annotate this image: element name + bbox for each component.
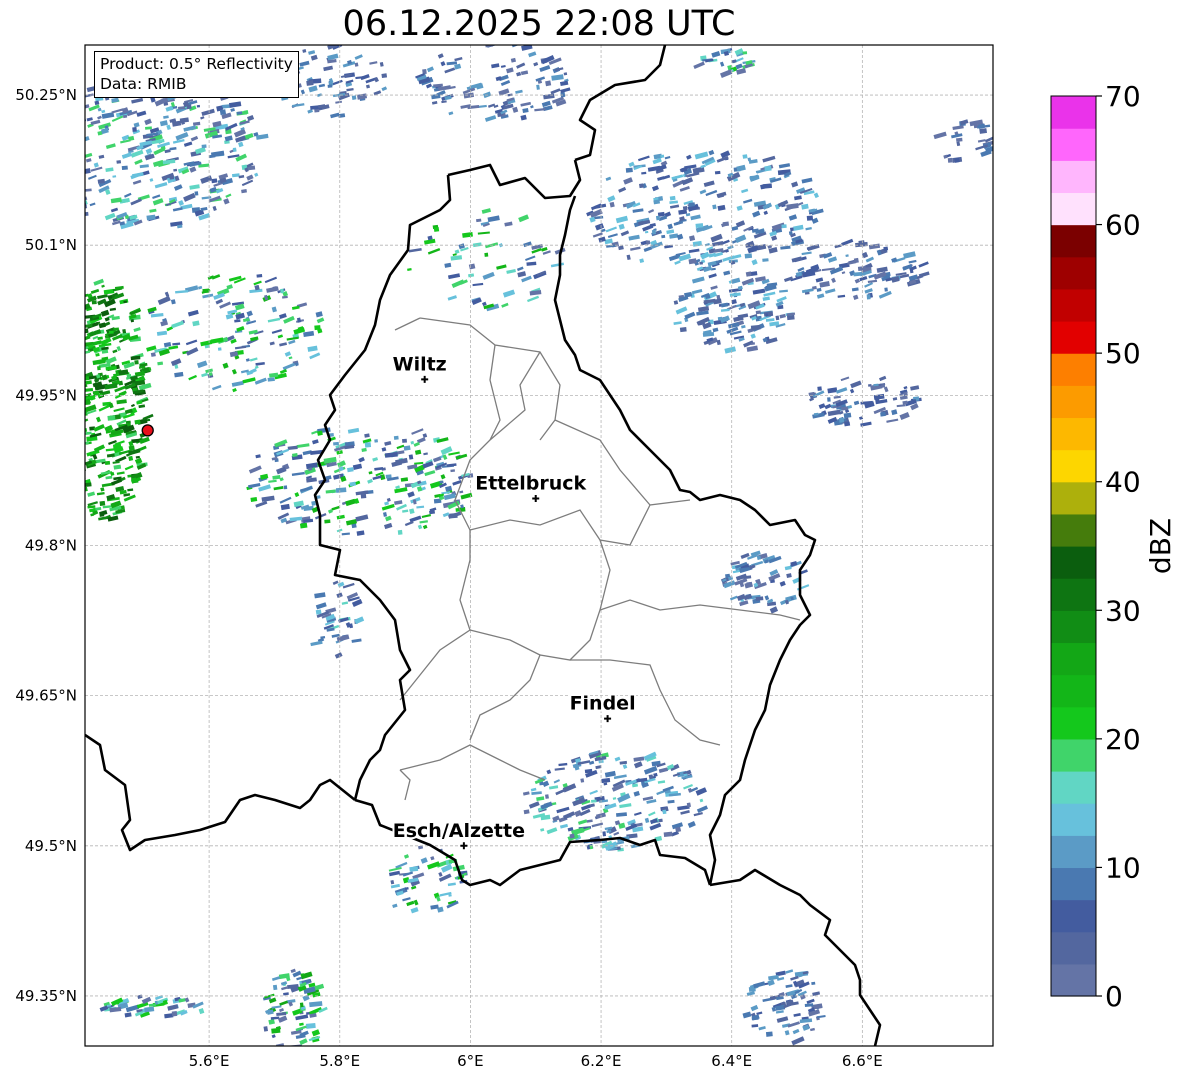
colorbar-segment [1051,803,1096,836]
colorbar-tick-label: 40 [1105,466,1141,499]
lon-tick-label: 6°E [457,1052,484,1070]
colorbar-segment [1051,353,1096,386]
data-source-label: Data: RMIB [100,75,187,93]
city-label: Esch/Alzette [393,820,525,842]
colorbar-tick-label: 20 [1105,723,1141,756]
colorbar-segment [1051,899,1096,933]
colorbar-segment [1051,160,1096,194]
colorbar-tick-label: 60 [1105,209,1141,242]
colorbar-segment [1051,192,1096,226]
colorbar-segment [1051,481,1096,515]
colorbar-segment [1051,642,1096,676]
colorbar-segment [1051,513,1096,547]
city-label: Wiltz [393,353,447,375]
latitude-tick-labels: 50.25°N 50.1°N 49.95°N 49.8°N 49.65°N 49.5°N 4… [15,86,77,1005]
colorbar-segment [1051,771,1096,804]
radar-map: 50.25°N 50.1°N 49.95°N 49.8°N 49.65°N 49.5°N 4… [15,44,1177,1070]
product-info-box: Product: 0.5° Reflectivity Data: RMIB [94,51,299,98]
colorbar-tick-label: 50 [1105,337,1141,370]
colorbar-segment [1051,224,1096,258]
lat-tick-label: 50.1°N [25,236,77,254]
colorbar-segment [1051,963,1096,997]
colorbar-segment [1051,674,1096,708]
colorbar-segment [1051,738,1096,772]
lon-tick-label: 5.8°E [319,1052,360,1070]
city-label: Ettelbruck [475,472,586,494]
lat-tick-label: 49.35°N [15,987,77,1005]
lat-tick-label: 49.8°N [25,537,77,555]
lon-tick-label: 6.6°E [842,1052,883,1070]
colorbar-segment [1051,931,1096,965]
lat-tick-label: 49.5°N [25,837,77,855]
colorbar-tick-label: 0 [1105,980,1123,1013]
colorbar-tick-label: 70 [1105,80,1141,113]
colorbar-segment [1051,546,1096,579]
lat-tick-label: 50.25°N [15,86,77,104]
colorbar-segment [1051,449,1096,483]
colorbar-tick-label: 30 [1105,594,1141,627]
colorbar-label: dBZ [1144,518,1177,574]
lat-tick-label: 49.65°N [15,687,77,705]
colorbar-segment [1051,610,1096,644]
colorbar: 0 10 20 30 40 50 60 70 dBZ [1050,80,1177,1013]
radar-site-marker [141,424,154,437]
colorbar-segment [1051,835,1096,869]
colorbar-segment [1051,256,1096,290]
lat-tick-label: 49.95°N [15,386,77,404]
colorbar-tick-label: 10 [1105,851,1141,884]
radar-site-dot [141,424,154,437]
colorbar-segment [1051,867,1096,901]
product-label: Product: 0.5° Reflectivity [100,55,293,73]
lon-tick-label: 6.2°E [581,1052,622,1070]
colorbar-segment [1051,706,1096,740]
colorbar-segment [1051,578,1096,611]
city-label: Findel [570,693,636,715]
colorbar-segment [1051,321,1096,354]
colorbar-segment [1051,288,1096,322]
longitude-tick-labels: 5.6°E 5.8°E 6°E 6.2°E 6.4°E 6.6°E [189,1052,883,1070]
colorbar-segment [1051,385,1096,419]
colorbar-segment [1051,417,1096,451]
colorbar-segment [1051,128,1096,161]
colorbar-segment [1051,96,1096,129]
lon-tick-label: 6.4°E [711,1052,752,1070]
lon-tick-label: 5.6°E [189,1052,230,1070]
